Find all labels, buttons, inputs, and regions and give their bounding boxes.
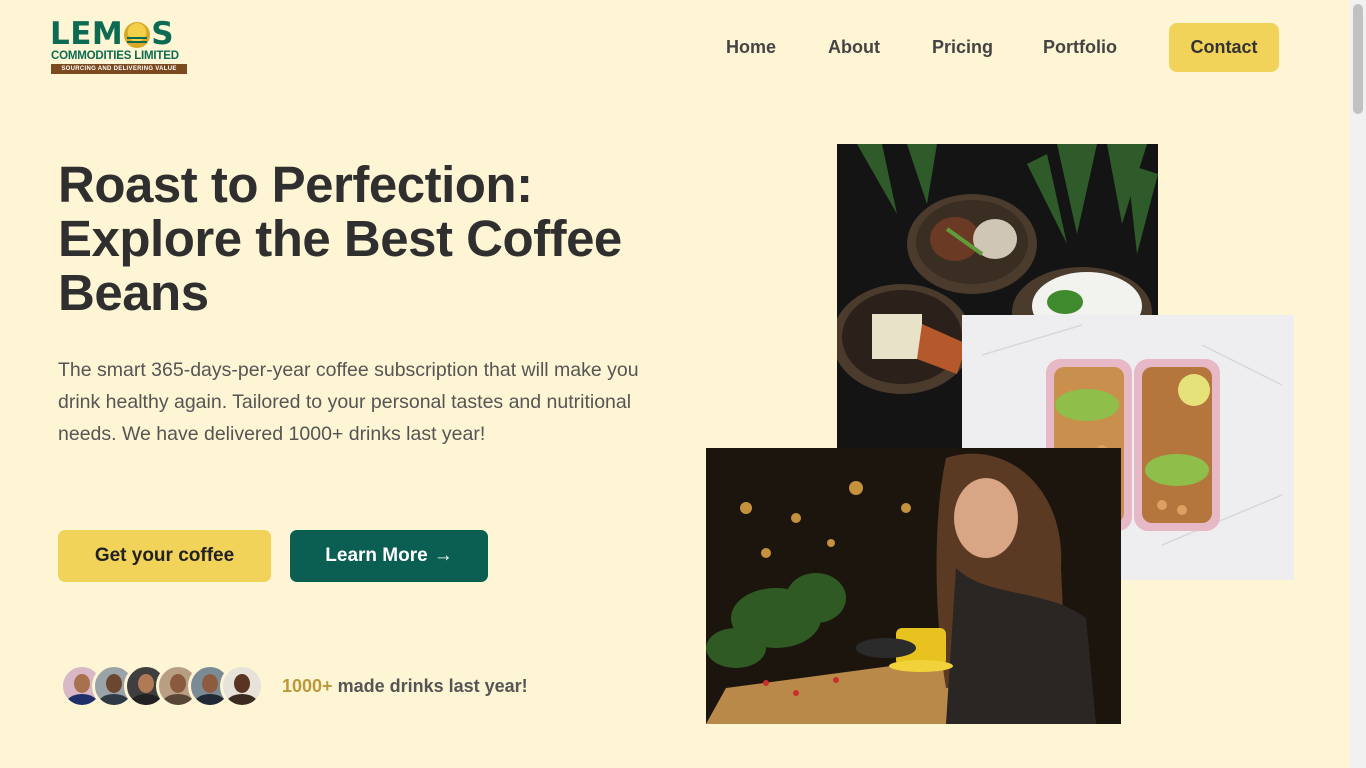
scrollbar-thumb[interactable] xyxy=(1353,4,1363,114)
avatar-face xyxy=(138,674,154,693)
nav-pricing[interactable]: Pricing xyxy=(932,23,993,71)
social-proof-text: 1000+ made drinks last year! xyxy=(282,672,528,700)
avatar-face xyxy=(202,674,218,693)
hero-title: Roast to Perfection: Explore the Best Co… xyxy=(58,156,622,321)
logo-subtitle: COMMODITIES LIMITED xyxy=(51,50,179,62)
customer-avatars xyxy=(60,664,266,708)
nav-portfolio[interactable]: Portfolio xyxy=(1043,23,1117,71)
avatar-body xyxy=(194,694,226,705)
nav-about[interactable]: About xyxy=(828,23,880,71)
avatar-body xyxy=(66,694,98,705)
get-coffee-button[interactable]: Get your coffee xyxy=(58,530,271,582)
social-proof-label: made drinks last year! xyxy=(332,676,528,696)
avatar xyxy=(220,664,264,708)
logo-name-part1: LEM xyxy=(50,16,124,52)
avatar-face xyxy=(170,674,186,693)
contact-button[interactable]: Contact xyxy=(1169,23,1279,72)
logo-name-part2: S xyxy=(151,16,175,52)
site-header: LEM S COMMODITIES LIMITED SOURCING AND D… xyxy=(0,0,1350,96)
brand-logo[interactable]: LEM S COMMODITIES LIMITED SOURCING AND D… xyxy=(50,18,188,76)
avatar-body xyxy=(130,694,162,705)
hero-description: The smart 365-days-per-year coffee subsc… xyxy=(58,359,639,445)
learn-more-label: Learn More xyxy=(325,545,428,566)
nav-home[interactable]: Home xyxy=(726,23,776,71)
avatar-face xyxy=(106,674,122,693)
avatar-body xyxy=(98,694,130,705)
avatar-face xyxy=(234,674,250,693)
woman-eating-image xyxy=(706,448,1121,724)
logo-tagline: SOURCING AND DELIVERING VALUE xyxy=(51,64,187,74)
logo-globe-icon xyxy=(124,22,151,48)
arrow-right-icon: → xyxy=(433,545,453,566)
page-scrollbar[interactable] xyxy=(1350,0,1366,768)
logo-wordmark: LEM S xyxy=(50,18,174,50)
social-proof-count: 1000+ xyxy=(282,676,333,696)
avatar-body xyxy=(226,694,258,705)
avatar-body xyxy=(162,694,194,705)
woman-eating-illustration xyxy=(706,448,1121,724)
avatar-face xyxy=(74,674,90,693)
learn-more-button[interactable]: Learn More → xyxy=(290,530,488,582)
